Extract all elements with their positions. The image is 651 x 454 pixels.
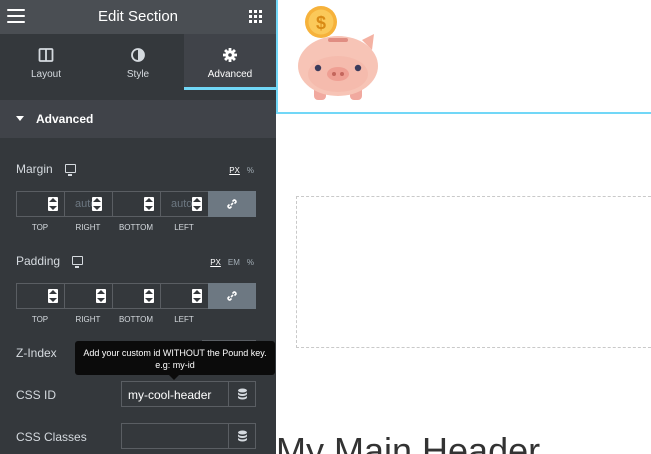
css-id-label: CSS ID	[16, 388, 57, 402]
spinner-icon[interactable]	[48, 289, 58, 303]
tab-style-label: Style	[126, 69, 150, 80]
css-classes-input[interactable]	[121, 423, 228, 449]
dynamic-tags-button[interactable]	[228, 381, 256, 407]
padding-units: PX EM%	[203, 258, 254, 267]
padding-left-input[interactable]	[160, 283, 208, 309]
spinner-icon[interactable]	[192, 289, 202, 303]
editor-panel: Edit Section Layout Style Advanced Advan…	[0, 0, 276, 454]
panel-tabs: Layout Style Advanced	[0, 34, 276, 90]
unit-percent[interactable]: %	[247, 258, 254, 267]
unit-percent[interactable]: %	[247, 166, 254, 175]
link-icon	[227, 291, 237, 301]
gear-icon	[223, 48, 237, 62]
link-values-button[interactable]	[208, 283, 256, 309]
margin-label: Margin	[16, 162, 53, 176]
main-header-text[interactable]: My Main Header	[276, 430, 540, 454]
panel-title: Edit Section	[97, 8, 179, 25]
padding-right-input[interactable]	[64, 283, 112, 309]
desktop-monitor-icon[interactable]	[65, 164, 76, 176]
margin-left-input[interactable]: auto	[160, 191, 208, 217]
unit-px[interactable]: PX	[229, 166, 240, 175]
database-icon	[238, 430, 247, 442]
link-values-button[interactable]	[208, 191, 256, 217]
dynamic-tags-button[interactable]	[228, 423, 256, 449]
advanced-section-toggle[interactable]: Advanced	[0, 100, 276, 138]
section-title: Advanced	[36, 112, 94, 126]
widgets-grid-icon[interactable]	[249, 10, 262, 23]
css-classes-label: CSS Classes	[16, 430, 87, 444]
unit-em[interactable]: EM	[228, 258, 240, 267]
spinner-icon[interactable]	[92, 197, 102, 211]
tab-advanced-label: Advanced	[207, 69, 253, 80]
selected-section[interactable]: $	[276, 0, 651, 114]
tab-layout[interactable]: Layout	[0, 34, 92, 90]
layout-icon	[38, 48, 54, 62]
preview-canvas: $ My Main Header	[276, 0, 651, 454]
margin-units: PX%	[222, 166, 254, 175]
padding-dimension-labels: TOP RIGHT BOTTOM LEFT	[31, 315, 194, 324]
empty-section-dropzone[interactable]	[296, 196, 651, 348]
tab-style[interactable]: Style	[92, 34, 184, 90]
panel-header: Edit Section	[0, 0, 276, 34]
margin-controls: auto auto	[16, 191, 256, 217]
half-circle-icon	[131, 48, 145, 62]
padding-bottom-input[interactable]	[112, 283, 160, 309]
link-icon	[227, 199, 237, 209]
tab-advanced[interactable]: Advanced	[184, 34, 276, 90]
desktop-monitor-icon[interactable]	[72, 256, 83, 268]
caret-down-icon	[16, 116, 24, 121]
margin-top-input[interactable]	[16, 191, 64, 217]
margin-right-input[interactable]: auto	[64, 191, 112, 217]
margin-bottom-input[interactable]	[112, 191, 160, 217]
spinner-icon[interactable]	[96, 289, 106, 303]
padding-controls	[16, 283, 256, 309]
padding-label: Padding	[16, 254, 61, 268]
database-icon	[238, 388, 247, 400]
unit-px[interactable]: PX	[210, 258, 221, 267]
spinner-icon[interactable]	[144, 289, 154, 303]
svg-text:$: $	[316, 13, 326, 33]
css-id-tooltip: Add your custom id WITHOUT the Pound key…	[75, 341, 275, 380]
spinner-icon[interactable]	[192, 197, 202, 211]
zindex-label: Z-Index	[16, 346, 57, 360]
css-id-input[interactable]: my-cool-header	[121, 381, 228, 407]
padding-top-input[interactable]	[16, 283, 64, 309]
margin-dimension-labels: TOP RIGHT BOTTOM LEFT	[31, 223, 194, 232]
spinner-icon[interactable]	[48, 197, 58, 211]
spinner-icon[interactable]	[144, 197, 154, 211]
tab-layout-label: Layout	[30, 69, 62, 80]
piggy-bank-icon: $	[298, 6, 378, 100]
